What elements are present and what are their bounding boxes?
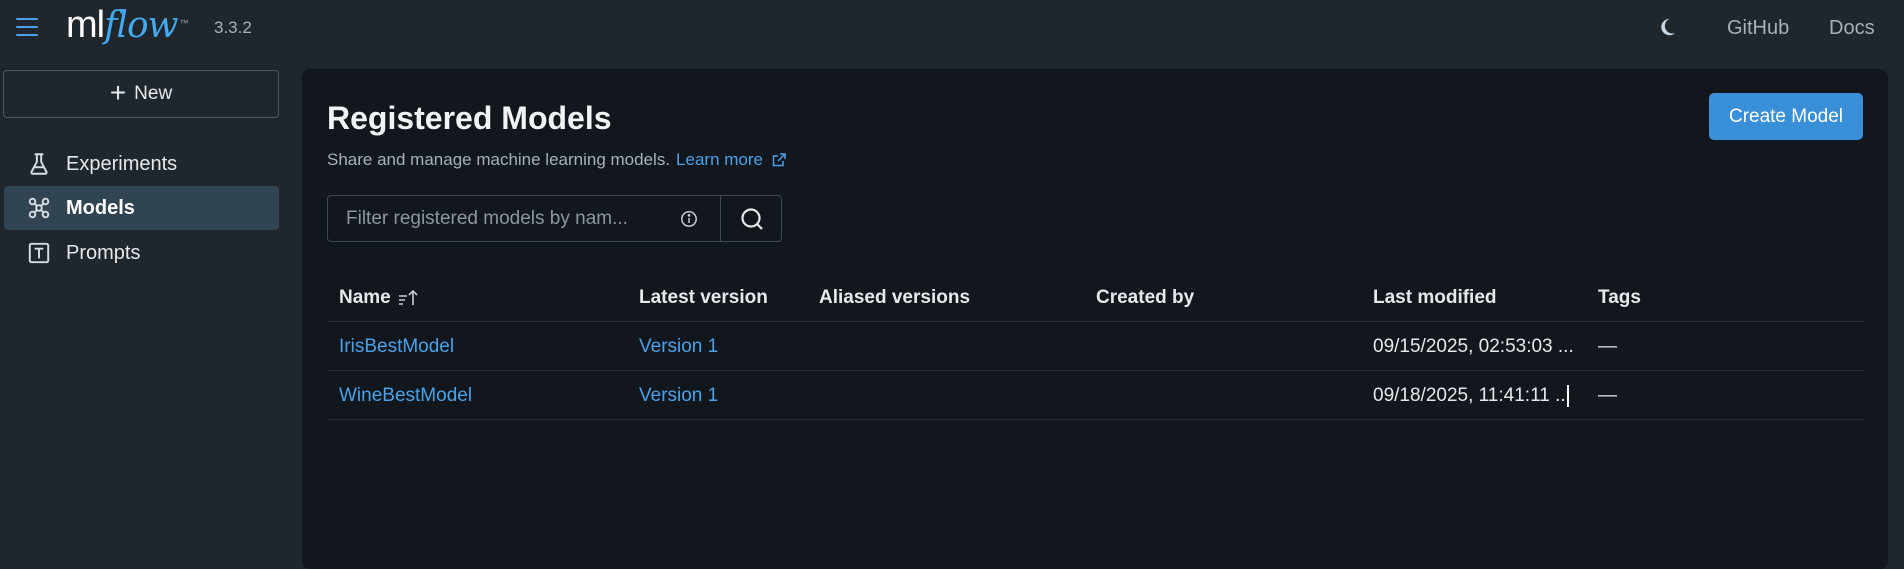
docs-link[interactable]: Docs xyxy=(1829,17,1875,40)
sidebar-item-label: Experiments xyxy=(66,152,178,175)
column-header-aliased-versions[interactable]: Aliased versions xyxy=(819,287,970,309)
column-label: Name xyxy=(339,287,391,308)
models-table: Name Latest version Aliased versions Cre… xyxy=(327,273,1864,420)
info-icon[interactable] xyxy=(680,210,698,228)
sidebar-item-prompts[interactable]: Prompts xyxy=(4,231,279,275)
page-subtitle: Share and manage machine learning models… xyxy=(327,150,787,170)
tags-cell: — xyxy=(1598,336,1617,357)
external-link-icon xyxy=(772,153,786,167)
page-title: Registered Models xyxy=(327,100,612,136)
subtitle-text: Share and manage machine learning models… xyxy=(327,150,671,169)
menu-icon[interactable] xyxy=(14,15,40,39)
sidebar-item-label: Models xyxy=(66,196,135,219)
plus-icon: + xyxy=(109,76,127,108)
search-button[interactable] xyxy=(720,196,782,241)
version-label: 3.3.2 xyxy=(214,18,252,37)
top-bar: ml flow ™ 3.3.2 GitHub Docs xyxy=(0,0,1904,56)
latest-version-link[interactable]: Version 1 xyxy=(639,336,718,358)
flask-icon xyxy=(30,153,48,175)
latest-version-link[interactable]: Version 1 xyxy=(639,385,718,407)
column-header-tags[interactable]: Tags xyxy=(1598,287,1641,309)
tags-cell: — xyxy=(1598,385,1617,406)
sidebar-item-label: Prompts xyxy=(66,241,141,264)
new-button-label: New xyxy=(134,83,173,104)
sidebar-item-experiments[interactable]: Experiments xyxy=(4,142,279,186)
search-icon xyxy=(740,207,763,230)
search-box xyxy=(327,195,782,242)
column-header-last-modified[interactable]: Last modified xyxy=(1373,287,1497,309)
last-modified-cell: 09/18/2025, 11:41:11 .. xyxy=(1373,385,1569,407)
new-button[interactable]: + New xyxy=(3,70,279,118)
sidebar-item-models[interactable]: Models xyxy=(4,186,279,230)
column-header-name[interactable]: Name xyxy=(339,287,419,309)
mlflow-logo[interactable]: ml flow ™ xyxy=(66,4,188,52)
model-name-link[interactable]: WineBestModel xyxy=(339,385,472,407)
column-header-created-by[interactable]: Created by xyxy=(1096,287,1194,309)
learn-more-label: Learn more xyxy=(676,150,763,169)
moon-icon[interactable] xyxy=(1656,16,1678,38)
text-cursor xyxy=(1566,385,1569,407)
main-panel: Registered Models Share and manage machi… xyxy=(302,69,1888,569)
prompt-icon xyxy=(28,242,50,264)
column-header-latest-version[interactable]: Latest version xyxy=(639,287,768,309)
sidebar: + New Experiments Models Prompts xyxy=(0,56,290,559)
search-input[interactable] xyxy=(328,196,720,241)
model-name-link[interactable]: IrisBestModel xyxy=(339,336,454,358)
last-modified-text: 09/18/2025, 11:41:11 .. xyxy=(1373,385,1566,407)
learn-more-link[interactable]: Learn more xyxy=(676,150,787,170)
table-header: Name Latest version Aliased versions Cre… xyxy=(327,273,1864,322)
sort-ascending-icon[interactable] xyxy=(397,288,419,308)
create-model-button[interactable]: Create Model xyxy=(1709,93,1863,140)
models-icon xyxy=(28,197,50,219)
table-row: WineBestModel Version 1 09/18/2025, 11:4… xyxy=(327,371,1864,420)
github-link[interactable]: GitHub xyxy=(1727,17,1789,40)
table-row: IrisBestModel Version 1 09/15/2025, 02:5… xyxy=(327,322,1864,371)
last-modified-cell: 09/15/2025, 02:53:03 ... xyxy=(1373,336,1574,357)
